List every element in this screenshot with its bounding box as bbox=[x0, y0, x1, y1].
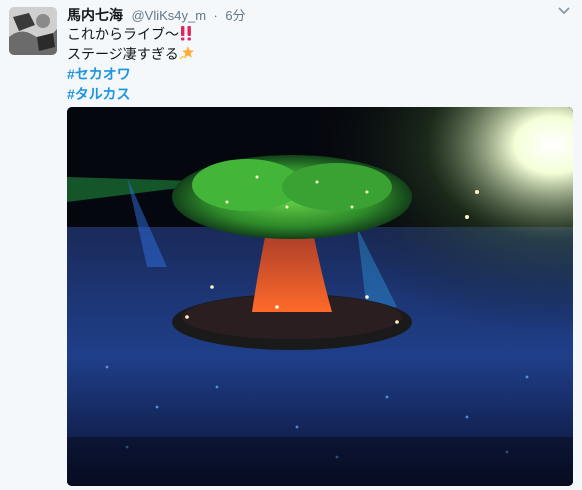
tweet-header: 馬内七海 @VliKs4y_m · 6分 bbox=[67, 5, 246, 23]
avatar-image bbox=[9, 7, 57, 55]
tweet-line: これからライブ〜 bbox=[67, 24, 195, 44]
dizzy-star-icon bbox=[179, 45, 195, 66]
hashtag-link[interactable]: #タルカス bbox=[67, 86, 130, 102]
hashtag-link[interactable]: #セカオワ bbox=[67, 66, 131, 82]
concert-stage-photo bbox=[67, 107, 573, 486]
separator: · bbox=[213, 8, 218, 23]
display-name[interactable]: 馬内七海 bbox=[67, 7, 123, 23]
tweet-line-text: これからライブ〜 bbox=[67, 26, 179, 42]
double-exclamation-icon bbox=[179, 25, 193, 46]
avatar[interactable] bbox=[9, 7, 57, 55]
tweet-photo[interactable] bbox=[67, 107, 573, 486]
tweet[interactable]: 馬内七海 @VliKs4y_m · 6分 これからライブ〜 ステージ凄すぎる #… bbox=[0, 0, 582, 490]
tweet-line: ステージ凄すぎる bbox=[67, 44, 195, 64]
user-handle[interactable]: @VliKs4y_m bbox=[131, 8, 206, 23]
chevron-down-icon[interactable] bbox=[556, 4, 572, 18]
tweet-text: これからライブ〜 ステージ凄すぎる #セカオワ #タルカス bbox=[67, 24, 195, 104]
hashtag-line: #タルカス bbox=[67, 84, 195, 104]
tweet-line-text: ステージ凄すぎる bbox=[67, 46, 179, 62]
timestamp[interactable]: 6分 bbox=[225, 8, 245, 23]
hashtag-line: #セカオワ bbox=[67, 64, 195, 84]
